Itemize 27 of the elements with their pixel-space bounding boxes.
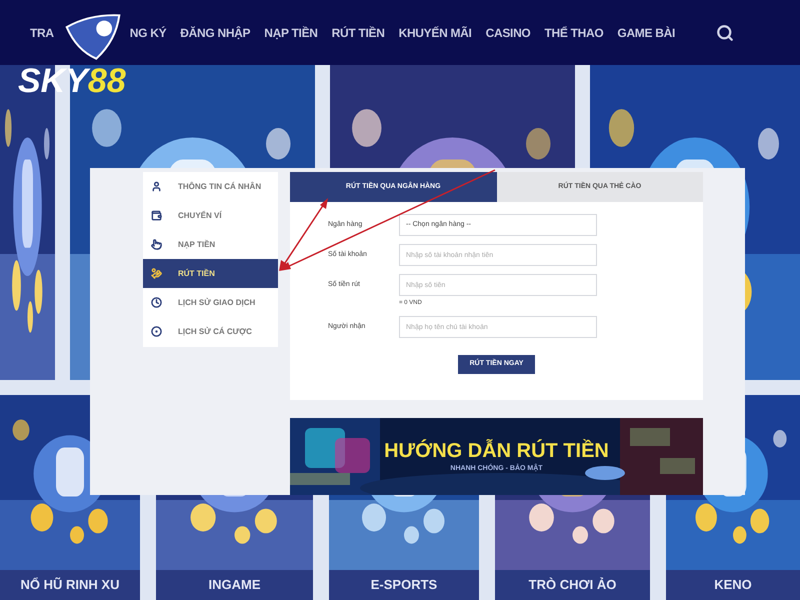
person-icon bbox=[151, 181, 162, 192]
nav-link[interactable]: GAME BÀI bbox=[617, 24, 676, 42]
game-label[interactable]: NỔ HŨ RINH XU bbox=[0, 570, 140, 600]
clock-icon bbox=[151, 297, 162, 308]
game-label[interactable]: INGAME bbox=[156, 570, 313, 600]
pointer-icon bbox=[151, 239, 162, 250]
nav-link[interactable]: RÚT TIỀN bbox=[332, 24, 385, 42]
sidebar-item[interactable]: NẠP TIỀN bbox=[143, 230, 278, 259]
game-label[interactable]: KENO bbox=[666, 570, 800, 600]
nav-link[interactable]: ĐĂNG NHẬP bbox=[180, 24, 250, 42]
game-label[interactable]: E-SPORTS bbox=[329, 570, 479, 600]
hand-coin-icon bbox=[151, 268, 162, 279]
nav-link[interactable]: NG KÝ bbox=[130, 24, 166, 42]
sidebar-item[interactable]: LỊCH SỬ CÁ CƯỢC bbox=[143, 317, 278, 346]
nav-link[interactable]: TRA bbox=[30, 24, 54, 42]
wallet-icon bbox=[151, 210, 162, 221]
sidebar-item[interactable]: LỊCH SỬ GIAO DỊCH bbox=[143, 288, 278, 317]
nav-link[interactable]: NẠP TIỀN bbox=[264, 24, 318, 42]
sidebar-item[interactable]: RÚT TIỀN bbox=[143, 259, 278, 288]
nav-link[interactable]: KHUYẾN MÃI bbox=[398, 24, 472, 42]
nav-link[interactable]: CASINO bbox=[486, 24, 530, 42]
sidebar-item[interactable]: THÔNG TIN CÁ NHÂN bbox=[143, 172, 278, 201]
sidebar-item[interactable]: CHUYỂN VÍ bbox=[143, 201, 278, 230]
ball-icon bbox=[151, 326, 162, 337]
game-label[interactable]: TRÒ CHƠI ẢO bbox=[495, 570, 650, 600]
nav-link[interactable]: THỂ THAO bbox=[544, 24, 604, 42]
search-icon[interactable] bbox=[716, 24, 734, 42]
